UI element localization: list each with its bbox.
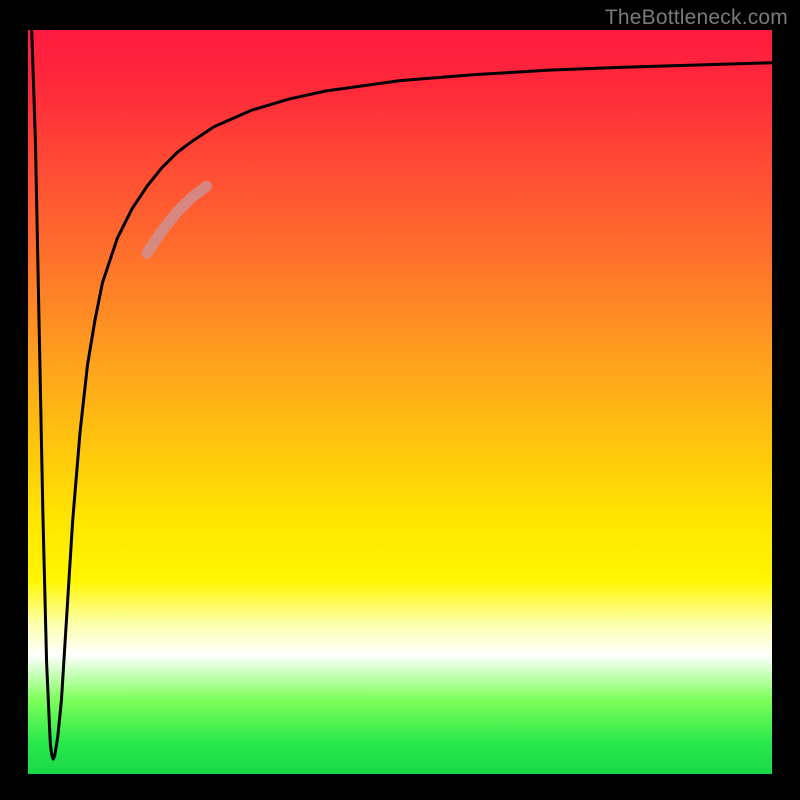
attribution-label: TheBottleneck.com [605,6,788,30]
curve-line [32,30,772,759]
plot-area [28,30,772,774]
highlight-segment [147,186,207,253]
chart-svg [28,30,772,774]
chart-frame: TheBottleneck.com [0,0,800,800]
